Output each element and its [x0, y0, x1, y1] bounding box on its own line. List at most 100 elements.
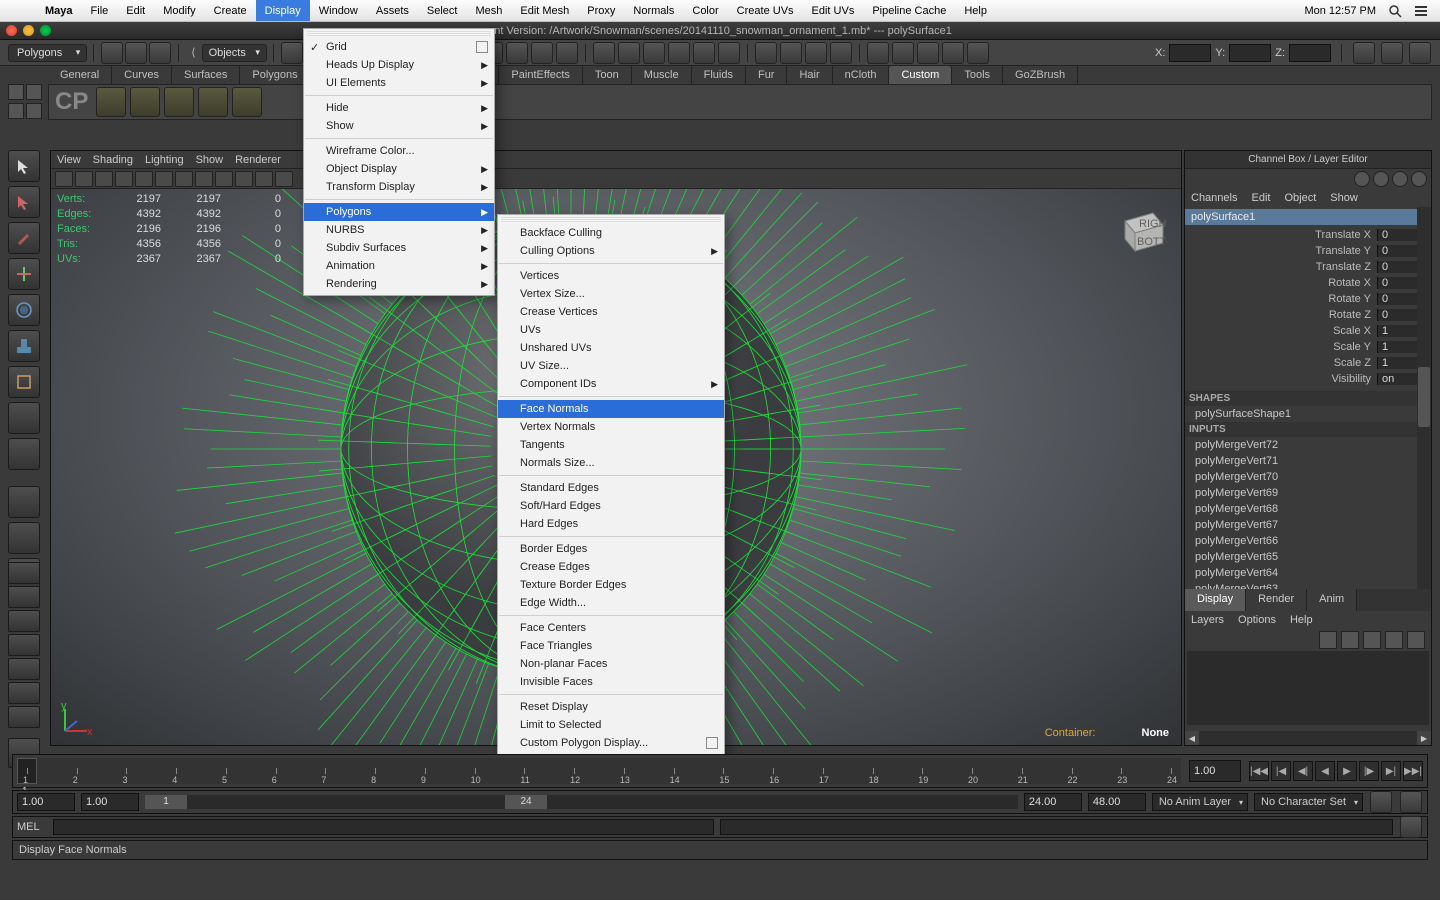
submenu-vertex-normals[interactable]: Vertex Normals — [498, 418, 724, 436]
shelf-tab[interactable]: Polygons — [240, 66, 310, 84]
h-scrollbar[interactable]: ◀▶ — [1185, 731, 1431, 745]
input-node[interactable]: polyMergeVert68 — [1185, 501, 1431, 517]
menu-assets[interactable]: Assets — [367, 0, 418, 21]
shelf-button[interactable] — [96, 87, 126, 117]
input-node[interactable]: polyMergeVert72 — [1185, 437, 1431, 453]
new-scene-icon[interactable] — [101, 42, 123, 64]
sidebar-toggle-icon[interactable] — [1409, 42, 1431, 64]
play-back[interactable]: ◀ — [1315, 761, 1335, 781]
shelf-tab[interactable]: Fluids — [692, 66, 746, 84]
submenu-nonplanar[interactable]: Non-planar Faces — [498, 655, 724, 673]
spotlight-icon[interactable] — [1388, 4, 1402, 18]
submenu-uvs[interactable]: UVs — [498, 321, 724, 339]
input-node[interactable]: polyMergeVert70 — [1185, 469, 1431, 485]
paint-select-tool[interactable] — [8, 222, 40, 254]
save-scene-icon[interactable] — [149, 42, 171, 64]
layout-icon[interactable] — [8, 682, 40, 704]
current-time-field[interactable]: 1.00 — [1189, 760, 1241, 782]
two-pane-v[interactable] — [8, 634, 40, 656]
menu-edituvs[interactable]: Edit UVs — [803, 0, 864, 21]
shelf-tab[interactable]: Fur — [746, 66, 788, 84]
node-name[interactable]: polySurface1 — [1185, 209, 1431, 225]
channel-attr[interactable]: Rotate Y0 — [1185, 291, 1431, 307]
range-handle-start[interactable]: 1 — [145, 795, 187, 809]
submenu-soft-hard-edges[interactable]: Soft/Hard Edges — [498, 497, 724, 515]
script-editor-icon[interactable] — [1400, 816, 1422, 838]
shelf-tab[interactable]: Custom — [889, 66, 952, 84]
input-z[interactable] — [1289, 44, 1331, 62]
submenu-vertices[interactable]: Vertices — [498, 267, 724, 285]
shelf-tab[interactable]: Curves — [112, 66, 172, 84]
channel-attr[interactable]: Scale X1 — [1185, 323, 1431, 339]
vp-menu-show[interactable]: Show — [196, 154, 224, 166]
apple-icon[interactable] — [8, 0, 26, 21]
submenu-face-normals[interactable]: Face Normals — [498, 400, 724, 418]
play-fwd[interactable]: ▶ — [1337, 761, 1357, 781]
shelf-tab[interactable]: Toon — [583, 66, 632, 84]
submenu-face-centers[interactable]: Face Centers — [498, 619, 724, 637]
menu-nurbs[interactable]: NURBS — [304, 221, 494, 239]
vp-menu-view[interactable]: View — [57, 154, 81, 166]
character-set-dropdown[interactable]: No Character Set — [1254, 793, 1363, 811]
two-pane-h[interactable] — [8, 610, 40, 632]
shelf-tab[interactable]: Surfaces — [172, 66, 240, 84]
submenu-custom[interactable]: Custom Polygon Display... — [498, 734, 724, 752]
lasso-tool[interactable] — [8, 186, 40, 218]
tab-anim[interactable]: Anim — [1307, 589, 1357, 611]
menu-ui[interactable]: UI Elements — [304, 74, 494, 92]
channel-attr[interactable]: Visibilityon — [1185, 371, 1431, 387]
layout-icon[interactable] — [8, 706, 40, 728]
channel-attr[interactable]: Translate X0 — [1185, 227, 1431, 243]
input-y[interactable] — [1229, 44, 1271, 62]
anim-layer-dropdown[interactable]: No Anim Layer — [1152, 793, 1248, 811]
menu-proxy[interactable]: Proxy — [578, 0, 624, 21]
go-end[interactable]: ▶▶| — [1403, 761, 1423, 781]
close-window[interactable] — [6, 25, 17, 36]
submenu-border-edges[interactable]: Border Edges — [498, 540, 724, 558]
shelf-tab[interactable]: General — [48, 66, 112, 84]
menu-color[interactable]: Color — [683, 0, 727, 21]
submenu-edge-width[interactable]: Edge Width... — [498, 594, 724, 612]
submenu-backface[interactable]: Backface Culling — [498, 224, 724, 242]
shelf-button[interactable] — [198, 87, 228, 117]
input-node[interactable]: polyMergeVert71 — [1185, 453, 1431, 469]
range-end-field[interactable]: 48.00 — [1088, 793, 1146, 811]
shelf-button[interactable] — [164, 87, 194, 117]
menu-editmesh[interactable]: Edit Mesh — [511, 0, 578, 21]
range-handle-end[interactable]: 24 — [505, 795, 547, 809]
channel-attr[interactable]: Translate Z0 — [1185, 259, 1431, 275]
range-start-field[interactable]: 1.00 — [17, 793, 75, 811]
input-node[interactable]: polyMergeVert63 — [1185, 581, 1431, 589]
range-track[interactable]: 1 24 — [145, 795, 1018, 809]
menu-normals[interactable]: Normals — [624, 0, 683, 21]
shelf-button[interactable] — [130, 87, 160, 117]
tool-icon[interactable] — [8, 486, 40, 518]
viewcube[interactable]: RIGHT BOTTOM — [1115, 203, 1167, 255]
menu-transform-display[interactable]: Transform Display — [304, 178, 494, 196]
move-tool[interactable] — [8, 258, 40, 290]
shelf-button[interactable] — [232, 87, 262, 117]
tab-render[interactable]: Render — [1246, 589, 1307, 611]
layer-list[interactable] — [1187, 651, 1429, 725]
four-pane[interactable] — [8, 586, 40, 608]
menu-hide[interactable]: Hide — [304, 99, 494, 117]
open-scene-icon[interactable] — [125, 42, 147, 64]
menu-rendering[interactable]: Rendering — [304, 275, 494, 293]
menu-animation[interactable]: Animation — [304, 257, 494, 275]
submenu-invisible[interactable]: Invisible Faces — [498, 673, 724, 691]
app-name[interactable]: Maya — [36, 0, 82, 21]
submenu-normals-size[interactable]: Normals Size... — [498, 454, 724, 472]
menu-select[interactable]: Select — [418, 0, 467, 21]
selection-mask-dropdown[interactable]: Objects — [202, 44, 267, 62]
step-back-key[interactable]: |◀ — [1271, 761, 1291, 781]
menu-create[interactable]: Create — [205, 0, 256, 21]
shelf-tab[interactable]: Tools — [952, 66, 1003, 84]
menu-modify[interactable]: Modify — [154, 0, 204, 21]
go-start[interactable]: |◀◀ — [1249, 761, 1269, 781]
input-node[interactable]: polyMergeVert69 — [1185, 485, 1431, 501]
channel-attr[interactable]: Translate Y0 — [1185, 243, 1431, 259]
submenu-crease-verts[interactable]: Crease Vertices — [498, 303, 724, 321]
zoom-window[interactable] — [40, 25, 51, 36]
submenu-crease-edges[interactable]: Crease Edges — [498, 558, 724, 576]
shelf-editor-toggle[interactable] — [8, 84, 44, 120]
